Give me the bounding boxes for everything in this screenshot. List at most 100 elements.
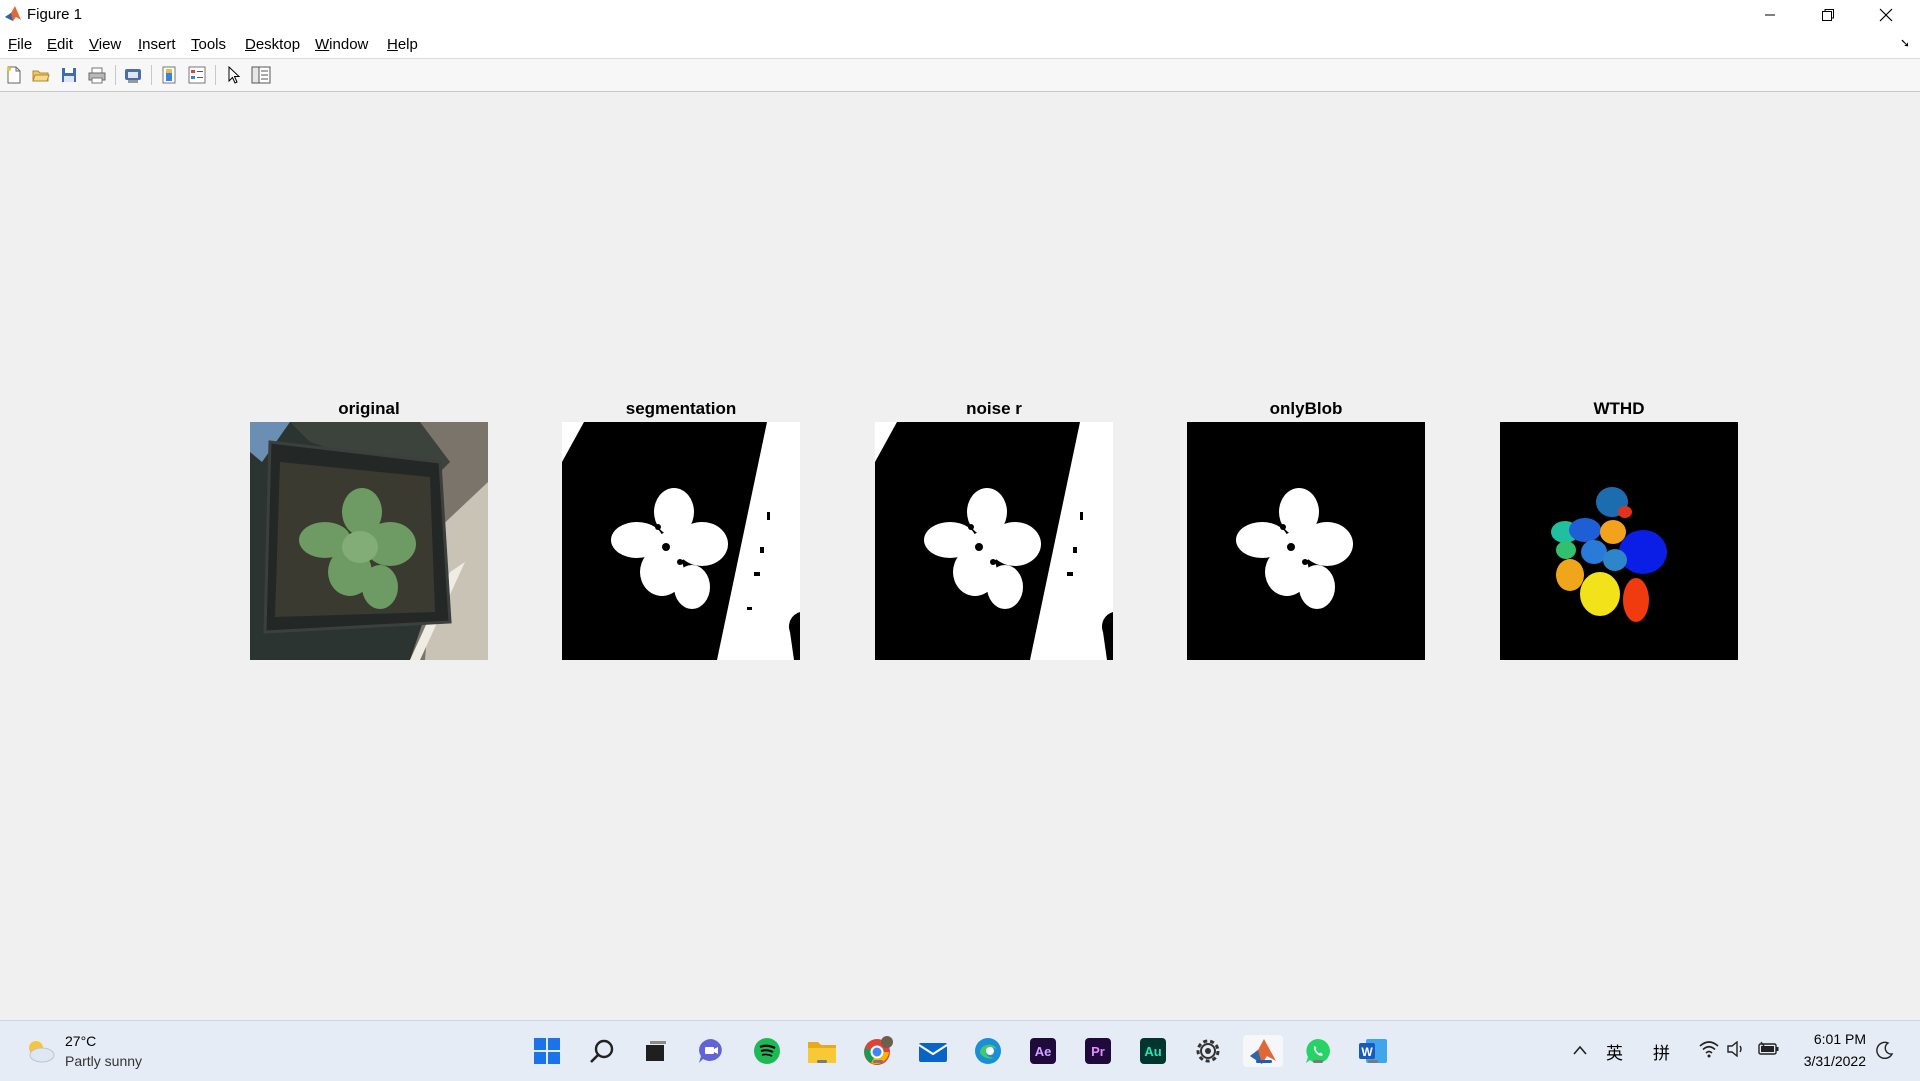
toolbar-separator <box>151 65 152 85</box>
restore-icon <box>1822 9 1834 21</box>
menu-view[interactable]: View <box>89 36 121 53</box>
task-view-button[interactable] <box>640 1035 672 1067</box>
settings-icon <box>1196 1039 1220 1063</box>
subplot-title-original: original <box>338 399 400 418</box>
title-bar: Figure 1 <box>0 0 1920 30</box>
svg-text:Au: Au <box>1144 1044 1161 1059</box>
partly-sunny-icon[interactable] <box>24 1037 56 1065</box>
teams-chat-button[interactable] <box>695 1035 727 1067</box>
clock-date[interactable]: 3/31/2022 <box>1804 1053 1866 1069</box>
edge-button[interactable] <box>972 1035 1004 1067</box>
property-inspector-button[interactable] <box>250 64 272 86</box>
menu-window[interactable]: Window <box>315 36 368 53</box>
new-figure-icon <box>7 66 21 84</box>
save-icon <box>62 68 76 82</box>
search-icon <box>590 1039 614 1063</box>
word-button[interactable]: W <box>1357 1035 1389 1067</box>
print-preview-icon <box>125 69 141 83</box>
audition-button[interactable]: Au <box>1137 1035 1169 1067</box>
menu-tools[interactable]: Tools <box>191 36 226 53</box>
matlab-button[interactable] <box>1243 1035 1283 1067</box>
print-button[interactable] <box>86 64 108 86</box>
svg-text:W: W <box>1361 1045 1373 1059</box>
wifi-icon[interactable] <box>1699 1040 1719 1058</box>
running-indicator <box>1313 1060 1323 1063</box>
toolbar-separator <box>115 65 116 85</box>
subplot-title-noise-r: noise r <box>966 399 1022 418</box>
file-explorer-button[interactable] <box>806 1035 838 1067</box>
insert-colorbar-button[interactable] <box>158 64 180 86</box>
menu-bar: File Edit View Insert Tools Desktop Wind… <box>0 30 1920 59</box>
spotify-button[interactable] <box>751 1035 783 1067</box>
print-preview-button[interactable] <box>122 64 144 86</box>
property-inspector-icon <box>251 66 271 84</box>
open-file-icon <box>32 70 50 82</box>
minimize-icon <box>1765 14 1775 16</box>
input-method-indicator[interactable]: 拼 <box>1653 1039 1670 1064</box>
close-button[interactable] <box>1857 0 1915 30</box>
toolbar-separator <box>215 65 216 85</box>
figure-toolbar <box>0 59 1920 92</box>
menu-insert[interactable]: Insert <box>138 36 176 53</box>
mail-icon <box>918 1043 948 1062</box>
noise-removed-image[interactable] <box>875 422 1113 660</box>
spotify-icon <box>754 1038 780 1064</box>
window-title: Figure 1 <box>27 6 83 23</box>
show-hidden-icons-icon[interactable] <box>1572 1043 1588 1057</box>
watershed-label-image[interactable] <box>1500 422 1738 660</box>
dock-arrow-icon[interactable]: ➘ <box>1900 36 1910 50</box>
windows-start-icon <box>534 1038 560 1064</box>
running-indicator <box>817 1060 827 1063</box>
save-button[interactable] <box>58 64 80 86</box>
search-button[interactable] <box>586 1035 618 1067</box>
print-icon <box>88 67 106 84</box>
close-icon <box>1879 8 1893 22</box>
insert-legend-button[interactable] <box>186 64 208 86</box>
new-figure-button[interactable] <box>3 64 25 86</box>
taskbar: 27°C Partly sunny Ae Pr Au W 英 拼 6:01 PM… <box>0 1020 1920 1081</box>
svg-text:Pr: Pr <box>1091 1044 1105 1059</box>
battery-icon[interactable] <box>1758 1041 1780 1057</box>
clock-time[interactable]: 6:01 PM <box>1814 1031 1866 1047</box>
focus-assist-moon-icon[interactable] <box>1876 1041 1894 1059</box>
subplot-title-wthd: WTHD <box>1593 399 1645 418</box>
weather-description[interactable]: Partly sunny <box>65 1053 142 1069</box>
original-image[interactable] <box>250 422 488 660</box>
open-file-button[interactable] <box>30 64 52 86</box>
edit-pointer-icon <box>228 66 241 84</box>
matlab-logo-icon <box>4 5 22 23</box>
chrome-button[interactable] <box>862 1035 894 1067</box>
menu-desktop[interactable]: Desktop <box>245 36 300 53</box>
after-effects-icon: Ae <box>1030 1038 1056 1064</box>
menu-help[interactable]: Help <box>387 36 418 53</box>
settings-button[interactable] <box>1192 1035 1224 1067</box>
whatsapp-button[interactable] <box>1302 1035 1334 1067</box>
minimize-button[interactable] <box>1741 0 1799 30</box>
active-indicator <box>1256 1060 1272 1063</box>
edit-plot-button[interactable] <box>223 64 245 86</box>
volume-icon[interactable] <box>1727 1041 1745 1057</box>
running-indicator <box>873 1060 883 1063</box>
teams-chat-icon <box>699 1039 722 1063</box>
mail-button[interactable] <box>917 1035 949 1067</box>
task-view-icon <box>646 1041 666 1061</box>
subplot-title-onlyblob: onlyBlob <box>1269 399 1343 418</box>
legend-icon <box>188 66 206 84</box>
edge-icon <box>975 1038 1001 1064</box>
svg-text:Ae: Ae <box>1035 1044 1052 1059</box>
menu-file[interactable]: File <box>8 36 32 53</box>
premiere-button[interactable]: Pr <box>1082 1035 1114 1067</box>
start-button[interactable] <box>531 1035 563 1067</box>
weather-temperature[interactable]: 27°C <box>65 1033 96 1049</box>
running-indicator <box>1368 1060 1378 1063</box>
subplot-title-segmentation: segmentation <box>625 399 737 418</box>
restore-button[interactable] <box>1799 0 1857 30</box>
premiere-icon: Pr <box>1085 1038 1111 1064</box>
figure-canvas: original segmentation noise r onlyBlob W… <box>0 92 1920 1020</box>
after-effects-button[interactable]: Ae <box>1027 1035 1059 1067</box>
segmentation-image[interactable] <box>562 422 800 660</box>
only-blob-image[interactable] <box>1187 422 1425 660</box>
menu-edit[interactable]: Edit <box>47 36 73 53</box>
colorbar-icon <box>162 66 176 84</box>
input-language-indicator[interactable]: 英 <box>1606 1039 1623 1064</box>
